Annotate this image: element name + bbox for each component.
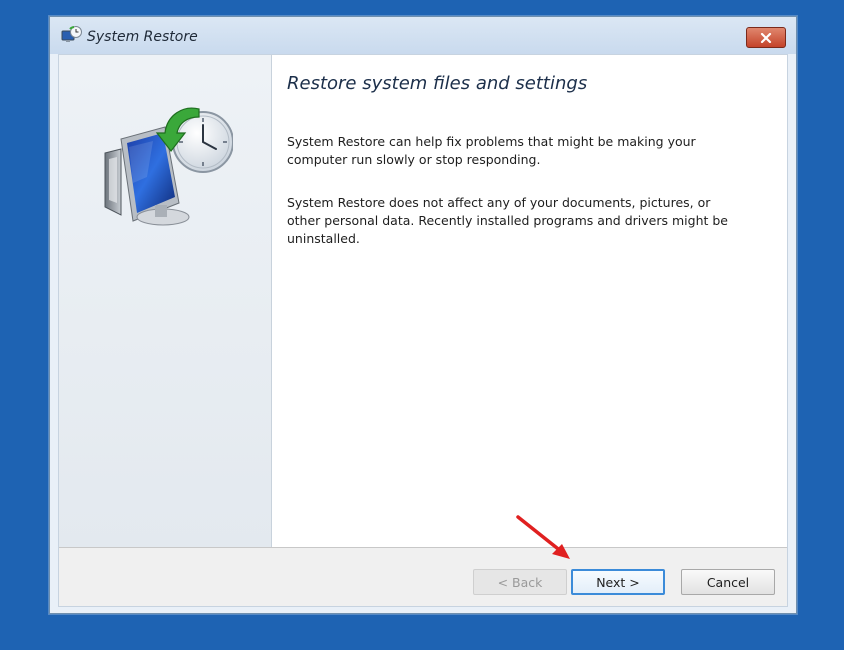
next-button[interactable]: Next > <box>571 569 665 595</box>
close-button[interactable] <box>746 27 786 48</box>
wizard-button-bar: < Back Next > Cancel <box>59 547 787 606</box>
description-paragraph: System Restore can help fix problems tha… <box>287 134 696 167</box>
disclaimer-paragraph: System Restore does not affect any of yo… <box>287 195 728 246</box>
close-icon <box>760 32 772 43</box>
page-heading: Restore system files and settings <box>287 73 588 94</box>
system-restore-small-icon <box>61 26 83 44</box>
back-button[interactable]: < Back <box>473 569 567 595</box>
window-title: System Restore <box>87 29 198 45</box>
system-restore-window: System Restore Restore system files and … <box>49 16 797 614</box>
cancel-button[interactable]: Cancel <box>681 569 775 595</box>
wizard-client-area: Restore system files and settings System… <box>58 54 788 607</box>
system-restore-icon <box>103 97 234 227</box>
wizard-side-panel <box>59 55 272 547</box>
title-bar[interactable]: System Restore <box>50 17 796 54</box>
